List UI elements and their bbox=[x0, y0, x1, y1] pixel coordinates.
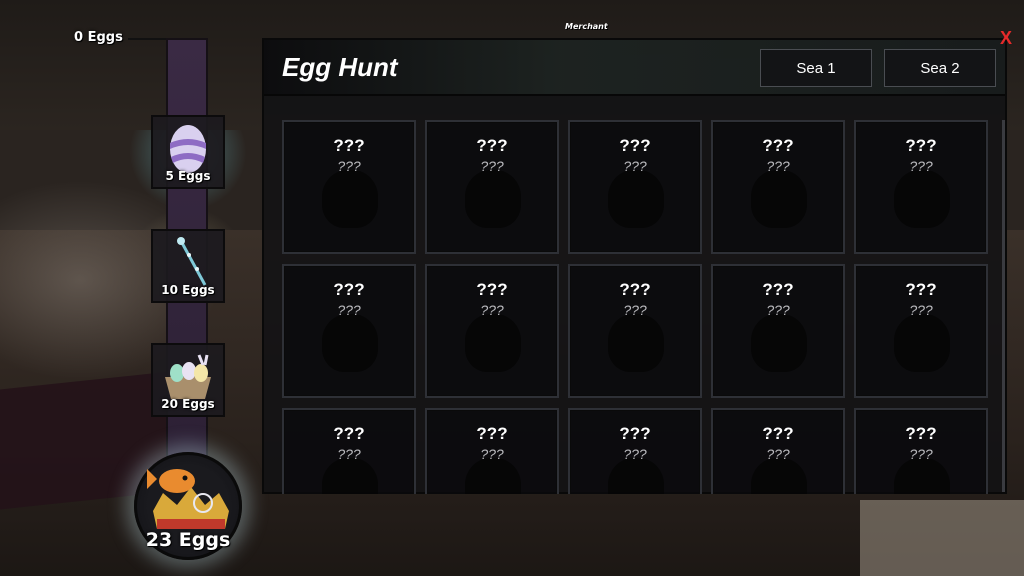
reward-slot[interactable]: ?????? bbox=[711, 120, 845, 254]
egg-count-label: 0 Eggs bbox=[74, 30, 123, 45]
reward-slot[interactable]: ?????? bbox=[854, 264, 988, 398]
npc-name-tag: Merchant bbox=[565, 22, 608, 31]
slot-subtitle: ??? bbox=[766, 446, 790, 462]
reward-10-eggs[interactable]: 10 Eggs bbox=[129, 207, 247, 325]
reward-slot[interactable]: ?????? bbox=[282, 408, 416, 494]
slot-subtitle: ??? bbox=[909, 158, 933, 174]
slot-subtitle: ??? bbox=[337, 302, 361, 318]
slot-subtitle: ??? bbox=[480, 446, 504, 462]
reward-slot[interactable]: ?????? bbox=[854, 120, 988, 254]
slot-subtitle: ??? bbox=[337, 158, 361, 174]
reward-slot[interactable]: ?????? bbox=[568, 264, 702, 398]
reward-slot[interactable]: ?????? bbox=[711, 264, 845, 398]
reward-5-eggs[interactable]: 5 Eggs bbox=[129, 93, 247, 211]
reward-slot[interactable]: ?????? bbox=[425, 264, 559, 398]
slot-subtitle: ??? bbox=[480, 158, 504, 174]
reward-slot[interactable]: ?????? bbox=[568, 408, 702, 494]
slot-title: ??? bbox=[762, 136, 794, 155]
reward-slot[interactable]: ?????? bbox=[282, 264, 416, 398]
slot-subtitle: ??? bbox=[480, 302, 504, 318]
fish-crown-icon bbox=[147, 469, 229, 529]
slot-title: ??? bbox=[476, 280, 508, 299]
reward-label: 10 Eggs bbox=[161, 283, 215, 297]
slot-title: ??? bbox=[619, 136, 651, 155]
reward-slot[interactable]: ?????? bbox=[568, 120, 702, 254]
slot-title: ??? bbox=[476, 136, 508, 155]
reward-slot[interactable]: ?????? bbox=[425, 408, 559, 494]
reward-label: 20 Eggs bbox=[161, 397, 215, 411]
slot-title: ??? bbox=[762, 424, 794, 443]
slot-subtitle: ??? bbox=[623, 158, 647, 174]
slot-title: ??? bbox=[905, 136, 937, 155]
reward-label: 5 Eggs bbox=[165, 169, 211, 183]
panel-header: Egg Hunt Sea 1 Sea 2 bbox=[264, 40, 1005, 96]
slot-title: ??? bbox=[905, 424, 937, 443]
reward-slot[interactable]: ?????? bbox=[282, 120, 416, 254]
tab-sea-1[interactable]: Sea 1 bbox=[760, 49, 872, 87]
slot-subtitle: ??? bbox=[766, 302, 790, 318]
slot-subtitle: ??? bbox=[766, 158, 790, 174]
grid-scrollbar[interactable] bbox=[1002, 120, 1005, 492]
final-reward-23-eggs[interactable]: 23 Eggs bbox=[134, 452, 242, 560]
slot-title: ??? bbox=[333, 136, 365, 155]
slot-subtitle: ??? bbox=[337, 446, 361, 462]
reward-slot[interactable]: ?????? bbox=[854, 408, 988, 494]
slot-subtitle: ??? bbox=[623, 302, 647, 318]
slot-title: ??? bbox=[762, 280, 794, 299]
reward-slot[interactable]: ?????? bbox=[711, 408, 845, 494]
slot-subtitle: ??? bbox=[623, 446, 647, 462]
tab-sea-2[interactable]: Sea 2 bbox=[884, 49, 996, 87]
close-button[interactable]: X bbox=[995, 28, 1017, 48]
slot-title: ??? bbox=[476, 424, 508, 443]
page-title: Egg Hunt bbox=[282, 52, 398, 82]
reward-label: 23 Eggs bbox=[145, 529, 231, 551]
slot-title: ??? bbox=[619, 280, 651, 299]
slot-title: ??? bbox=[333, 280, 365, 299]
slot-subtitle: ??? bbox=[909, 446, 933, 462]
slot-title: ??? bbox=[619, 424, 651, 443]
reward-slot[interactable]: ?????? bbox=[425, 120, 559, 254]
reward-20-eggs[interactable]: 20 Eggs bbox=[129, 321, 247, 439]
reward-grid: ?????? ?????? ?????? ?????? ?????? ?????… bbox=[282, 120, 994, 494]
egg-hunt-panel: Egg Hunt Sea 1 Sea 2 ?????? ?????? ?????… bbox=[262, 38, 1007, 494]
slot-subtitle: ??? bbox=[909, 302, 933, 318]
slot-title: ??? bbox=[905, 280, 937, 299]
slot-title: ??? bbox=[333, 424, 365, 443]
